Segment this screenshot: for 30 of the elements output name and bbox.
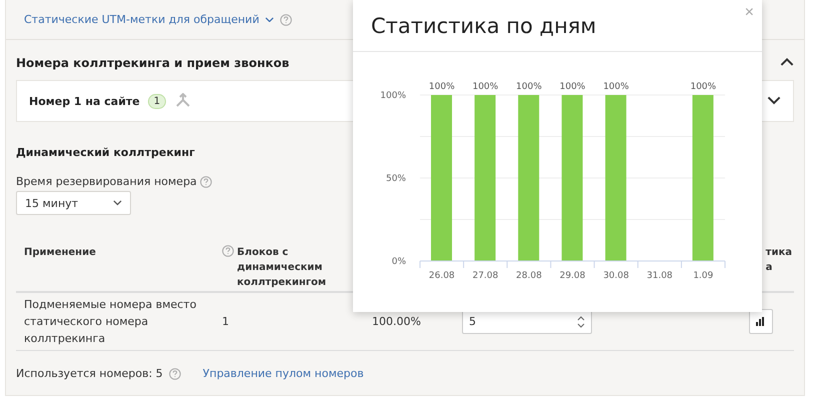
axis-label: 1.09 (693, 271, 714, 281)
reserve-select[interactable]: 15 минут (16, 191, 131, 215)
field-label: Время резервирования номера (16, 175, 197, 188)
axis-label: 30.08 (603, 271, 629, 281)
axis-label: 0% (392, 257, 406, 267)
value-label: 100% (560, 82, 586, 92)
count-badge: 1 (148, 94, 166, 108)
subsection-title: Динамический коллтрекинг (16, 146, 196, 159)
section-title: Номера коллтрекинга и прием звонков (16, 56, 290, 70)
axis-label: 29.08 (560, 271, 586, 281)
utm-link[interactable]: Статические UTM-метки для обращений (24, 13, 260, 26)
axis-label: 100% (380, 91, 406, 101)
pool-link[interactable]: Управление пулом номеров (202, 367, 364, 380)
axis-label: 50% (386, 174, 406, 184)
value-label: 100% (603, 82, 629, 92)
table-cell: Подменяемые номера вместо статического номера коллтрекинга (16, 293, 214, 351)
value-label: 100% (472, 82, 498, 92)
popup-title: Статистика по дням (371, 14, 596, 38)
number-title: Номер 1 на сайте (29, 94, 140, 108)
value-label: 100% (690, 82, 716, 92)
used-count: Используется номеров: 5 (16, 367, 163, 380)
value-label: 100% (428, 82, 455, 92)
column-header: тика а (766, 246, 792, 275)
column-header: Блоков с динамическим коллтрекингом (237, 246, 328, 290)
column-header: Применение (24, 246, 96, 260)
axis-label: 26.08 (428, 271, 455, 281)
axis-label: 27.08 (472, 271, 498, 281)
value-label: 100% (516, 82, 542, 92)
axis-label: 28.08 (516, 271, 542, 281)
axis-label: 31.08 (646, 271, 673, 281)
